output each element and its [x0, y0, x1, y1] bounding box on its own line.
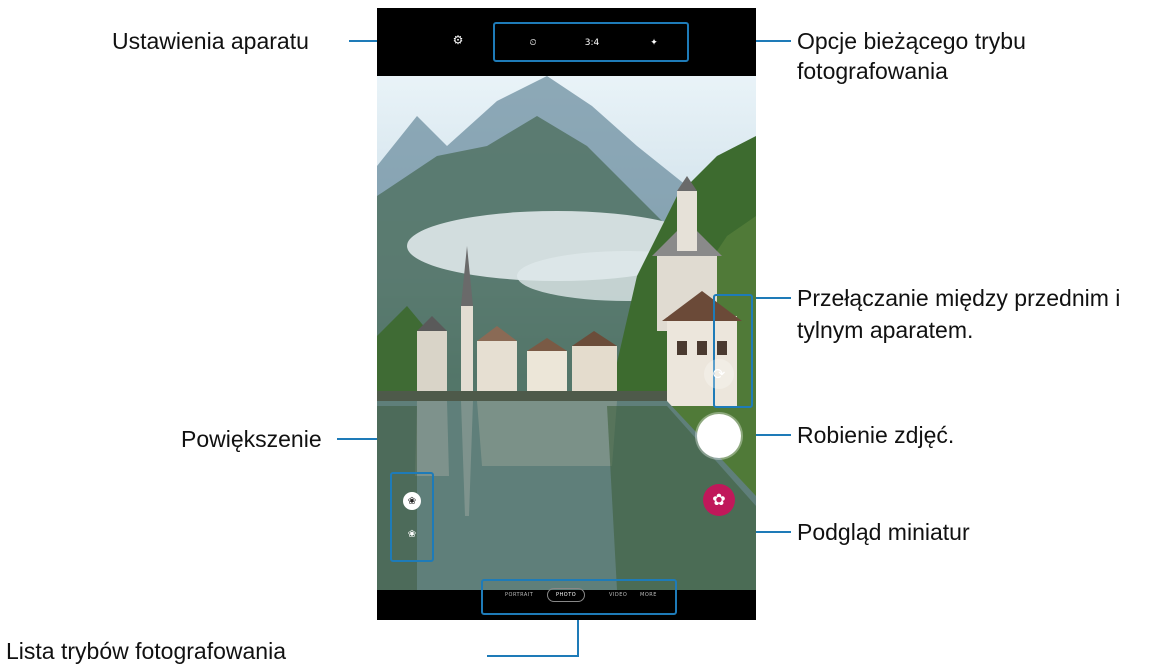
effects-icon[interactable]: ✦	[645, 34, 663, 52]
modes-callout-line-h	[487, 655, 579, 657]
mode-portrait[interactable]: PORTRAIT	[505, 592, 533, 598]
options-label-line2: fotografowania	[797, 58, 948, 84]
mode-more[interactable]: MORE	[640, 592, 657, 598]
zoom-wide-icon[interactable]: ❀	[403, 492, 421, 510]
thumbnail-preview-button[interactable]: ✿	[703, 484, 735, 516]
timer-off-icon[interactable]: ⏲	[524, 34, 542, 52]
mode-photo[interactable]: PHOTO	[547, 588, 586, 602]
quick-options-group: ⏲ 3:4 ✦	[493, 22, 689, 62]
aspect-ratio-icon[interactable]: 3:4	[583, 34, 601, 52]
zoom-normal-icon[interactable]: ❀	[403, 525, 421, 543]
camera-top-bar: ⚙ ⏲ 3:4 ✦	[377, 8, 756, 76]
camera-screen: ⚙ ⏲ 3:4 ✦ ❀ ❀ ⟳ ✿ PORTRAIT PHOTO VIDEO M…	[377, 8, 756, 620]
camera-viewfinder[interactable]: ❀ ❀	[377, 76, 756, 590]
switch-label-line1: Przełączanie między przednim i	[797, 285, 1121, 311]
camera-settings-label: Ustawienia aparatu	[112, 28, 309, 54]
switch-camera-icon[interactable]: ⟳	[704, 359, 734, 389]
camera-modes-list: PORTRAIT PHOTO VIDEO MORE	[481, 579, 677, 615]
shutter-button[interactable]	[697, 414, 741, 458]
zoom-controls-group: ❀ ❀	[390, 472, 434, 562]
zoom-label: Powiększenie	[181, 426, 322, 452]
switch-callout-line	[753, 297, 791, 299]
shutter-label: Robienie zdjęć.	[797, 422, 955, 448]
modes-list-label: Lista trybów fotografowania	[6, 638, 286, 664]
settings-gear-icon[interactable]: ⚙	[449, 31, 467, 49]
switch-label-line2: tylnym aparatem.	[797, 317, 974, 343]
mode-video[interactable]: VIDEO	[609, 592, 627, 598]
preview-label: Podgląd miniatur	[797, 519, 970, 545]
switch-camera-group	[713, 294, 753, 408]
options-label-line1: Opcje bieżącego trybu	[797, 28, 1026, 54]
